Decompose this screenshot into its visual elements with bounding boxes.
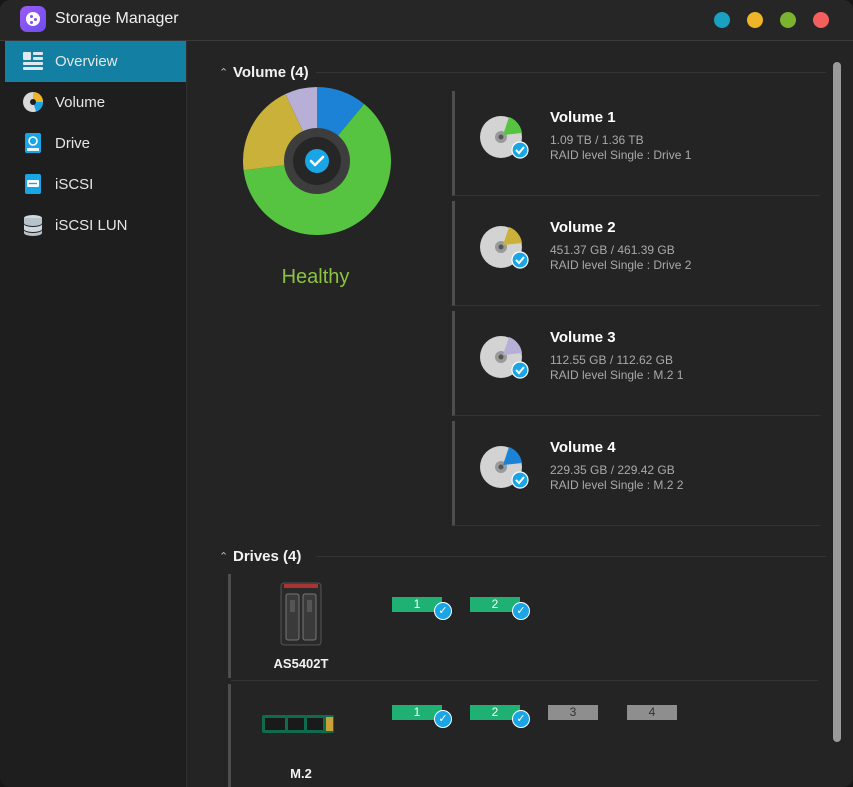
volume-capacity: 451.37 GB / 461.39 GB <box>550 243 675 257</box>
sidebar-item-label: Volume <box>55 94 106 111</box>
drive-slot-number: 1 <box>413 705 421 719</box>
drive-slot-number: 1 <box>413 597 421 611</box>
volume-disk-icon <box>480 226 529 269</box>
drive-group-label: M.2 <box>290 766 312 781</box>
healthy-check-icon <box>305 149 329 173</box>
volume-usage-donut <box>243 87 391 235</box>
maximize-button[interactable] <box>780 12 796 28</box>
title-bar: Storage Manager <box>0 0 853 41</box>
status-healthy-label: Healthy <box>281 266 350 288</box>
volume-disk-icon <box>480 336 529 379</box>
volume-raid-level: RAID level Single : Drive 2 <box>550 258 692 272</box>
iscsi-lun-icon <box>24 215 42 236</box>
sidebar-item-label: Overview <box>55 53 118 70</box>
drives-collapse-icon[interactable]: ⌃ <box>219 550 228 563</box>
iscsi-icon <box>25 174 41 194</box>
drives-section-title: Drives (4) <box>233 548 302 565</box>
sidebar-item-iscsi-lun[interactable]: iSCSI LUN <box>5 205 186 246</box>
volume-name: Volume 1 <box>550 109 616 126</box>
volume-card-2[interactable]: Volume 2 451.37 GB / 461.39 GB RAID leve… <box>452 201 820 306</box>
drive-slot-number: 2 <box>491 705 499 719</box>
volume-raid-level: RAID level Single : M.2 2 <box>550 478 684 492</box>
volume-card-4[interactable]: Volume 4 229.35 GB / 229.42 GB RAID leve… <box>452 421 820 526</box>
drive-group-m2: M.2 1 ✓ 2 ✓ 3 4 <box>228 684 821 787</box>
sidebar-item-drive[interactable]: Drive <box>5 123 186 164</box>
volume-capacity: 1.09 TB / 1.36 TB <box>550 133 644 147</box>
drive-healthy-check-icon: ✓ <box>434 602 452 620</box>
drive-slot-4[interactable]: 4 <box>627 705 677 720</box>
drive-healthy-check-icon: ✓ <box>434 710 452 728</box>
minimize-button[interactable] <box>747 12 763 28</box>
volume-disk-icon <box>480 446 529 489</box>
info-button[interactable] <box>714 12 730 28</box>
drive-slot-3[interactable]: 3 <box>548 705 598 720</box>
storage-manager-window: Storage Manager Overview Volume Drive iS… <box>0 0 853 787</box>
sidebar-item-iscsi[interactable]: iSCSI <box>5 164 186 205</box>
drive-healthy-check-icon: ✓ <box>512 602 530 620</box>
overview-icon <box>23 52 43 70</box>
close-button[interactable] <box>813 12 829 28</box>
sidebar-item-label: iSCSI <box>55 176 94 193</box>
volume-icon <box>23 92 43 112</box>
sidebar-item-label: Drive <box>55 135 91 152</box>
volume-capacity: 229.35 GB / 229.42 GB <box>550 463 675 477</box>
drive-group-divider <box>231 680 818 681</box>
drive-group-as5402t: AS5402T 1 ✓ 2 ✓ <box>228 574 821 678</box>
volume-name: Volume 4 <box>550 439 616 456</box>
sidebar-item-overview[interactable]: Overview <box>5 41 186 82</box>
nas-device-icon <box>280 582 322 646</box>
volume-name: Volume 3 <box>550 329 616 346</box>
drive-slot-number: 2 <box>491 597 499 611</box>
drive-icon <box>25 133 41 153</box>
app-title: Storage Manager <box>55 10 179 27</box>
volume-collapse-icon[interactable]: ⌃ <box>219 66 228 79</box>
volume-card-3[interactable]: Volume 3 112.55 GB / 112.62 GB RAID leve… <box>452 311 820 416</box>
volume-disk-icon <box>480 116 529 159</box>
sidebar-item-volume[interactable]: Volume <box>5 82 186 123</box>
sidebar-item-label: iSCSI LUN <box>55 217 128 234</box>
drive-slot-number: 3 <box>569 705 577 719</box>
sidebar: Overview Volume Drive iSCSI iSCSI LUN <box>0 41 187 787</box>
drive-group-label: AS5402T <box>273 656 329 671</box>
storage-manager-app-icon <box>20 6 46 32</box>
volume-raid-level: RAID level Single : Drive 1 <box>550 148 692 162</box>
volume-name: Volume 2 <box>550 219 616 236</box>
content-scrollbar[interactable] <box>833 62 841 742</box>
drives-section-divider <box>316 556 826 557</box>
volume-capacity: 112.55 GB / 112.62 GB <box>550 353 673 367</box>
drive-slot-number: 4 <box>648 705 656 719</box>
volume-card-1[interactable]: Volume 1 1.09 TB / 1.36 TB RAID level Si… <box>452 91 820 196</box>
volume-section-divider <box>316 72 826 73</box>
volume-raid-level: RAID level Single : M.2 1 <box>550 368 684 382</box>
m2-ssd-icon <box>262 715 334 733</box>
drive-healthy-check-icon: ✓ <box>512 710 530 728</box>
volume-section-title: Volume (4) <box>233 64 309 81</box>
